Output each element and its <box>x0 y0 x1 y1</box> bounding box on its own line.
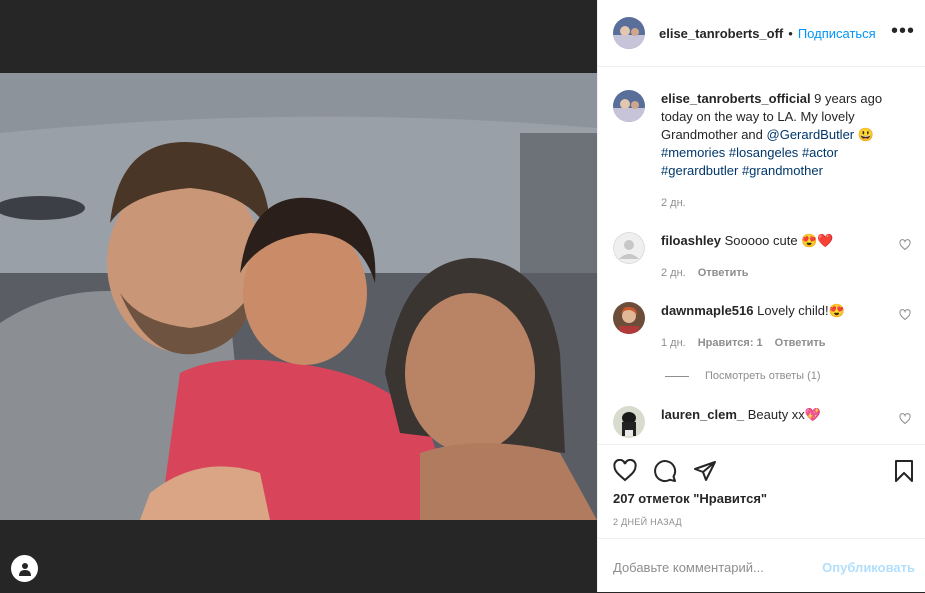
share-send-icon[interactable] <box>693 459 717 488</box>
bookmark-icon[interactable] <box>892 459 916 488</box>
post-media-panel <box>0 0 597 592</box>
hashtag[interactable]: #grandmother <box>742 163 823 178</box>
comment-item: filoashley Sooooo cute 😍❤️ 2 дн. Ответить <box>613 232 911 282</box>
comment-likes[interactable]: Нравится: 1 <box>698 337 763 349</box>
view-replies-button[interactable]: Посмотреть ответы (1) <box>665 370 821 382</box>
comment-username[interactable]: filoashley <box>661 233 721 248</box>
reply-button[interactable]: Ответить <box>775 337 826 349</box>
author-username[interactable]: elise_tanroberts_off <box>659 26 783 41</box>
caption-emoji: 😃 <box>854 127 874 142</box>
hashtag[interactable]: #gerardbutler <box>661 163 738 178</box>
like-heart-icon[interactable] <box>613 458 637 488</box>
comment-text: Sooooo cute 😍❤️ <box>720 233 834 248</box>
reply-button[interactable]: Ответить <box>698 267 749 279</box>
comment-like-icon[interactable] <box>899 308 911 326</box>
likes-count[interactable]: 207 отметок "Нравится" <box>613 491 767 506</box>
view-replies-label: Посмотреть ответы (1) <box>705 370 821 382</box>
post-actions: 207 отметок "Нравится" 2 ДНЕЙ НАЗАД <box>598 444 925 539</box>
post-date[interactable]: 2 ДНЕЙ НАЗАД <box>613 517 682 527</box>
comment-text: Beauty xx💖 <box>744 407 821 422</box>
caption: elise_tanroberts_official 9 years ago to… <box>613 90 893 212</box>
commenter-avatar[interactable] <box>613 302 645 334</box>
post-side-panel: elise_tanroberts_off • Подписаться ••• e… <box>597 0 925 592</box>
publish-button[interactable]: Опубликовать <box>822 560 915 575</box>
comment-time[interactable]: 1 дн. <box>661 337 686 349</box>
comment-text: Lovely child!😍 <box>753 303 845 318</box>
hashtag[interactable]: #losangeles <box>729 145 798 160</box>
replies-line <box>665 375 689 377</box>
user-account-icon[interactable] <box>11 555 38 582</box>
comment-like-icon[interactable] <box>899 412 911 430</box>
follow-button[interactable]: Подписаться <box>798 26 876 41</box>
caption-username[interactable]: elise_tanroberts_official <box>661 91 811 106</box>
comment-like-icon[interactable] <box>899 238 911 256</box>
add-comment-bar: Добавьте комментарий... Опубликовать <box>598 538 925 593</box>
commenter-avatar[interactable] <box>613 406 645 438</box>
hashtag[interactable]: #memories <box>661 145 725 160</box>
commenter-avatar[interactable] <box>613 232 645 264</box>
caption-avatar[interactable] <box>613 90 645 122</box>
post-photo[interactable] <box>0 73 597 520</box>
more-options-icon[interactable]: ••• <box>891 20 915 43</box>
comment-username[interactable]: lauren_clem_ <box>661 407 744 422</box>
separator-dot: • <box>788 25 793 41</box>
comment-bubble-icon[interactable] <box>653 459 677 488</box>
hashtag[interactable]: #actor <box>802 145 838 160</box>
comment-item: dawnmaple516 Lovely child!😍 1 дн. Нравитс… <box>613 302 911 352</box>
comment-username[interactable]: dawnmaple516 <box>661 303 754 318</box>
comment-time[interactable]: 2 дн. <box>661 267 686 279</box>
caption-time[interactable]: 2 дн. <box>661 197 686 209</box>
comment-item: lauren_clem_ Beauty xx💖 <box>613 406 911 438</box>
caption-mention[interactable]: @GerardButler <box>767 127 855 142</box>
comments-list[interactable]: elise_tanroberts_official 9 years ago to… <box>598 68 925 444</box>
comment-input[interactable]: Добавьте комментарий... <box>613 560 764 575</box>
author-avatar[interactable] <box>613 17 645 49</box>
post-header: elise_tanroberts_off • Подписаться ••• <box>598 0 925 67</box>
